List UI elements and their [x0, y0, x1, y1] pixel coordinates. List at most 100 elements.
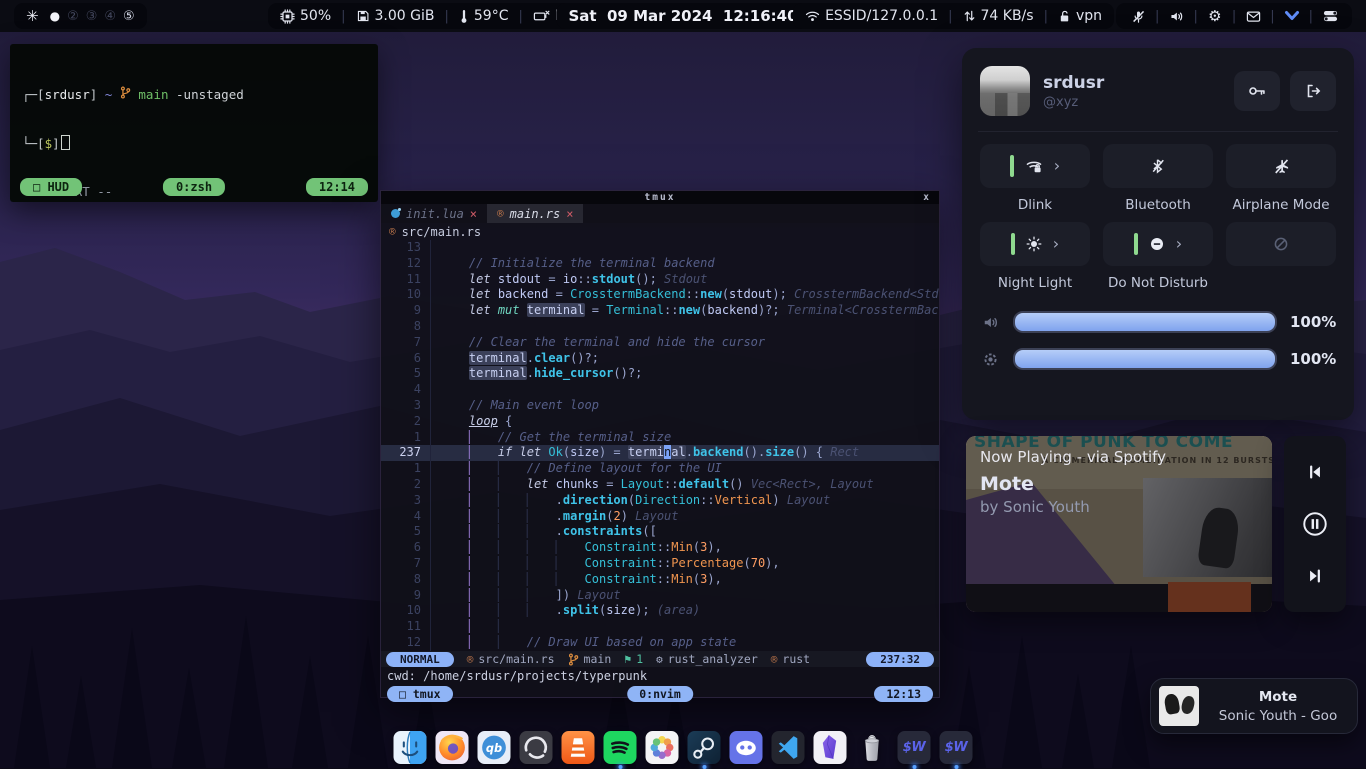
- notification-toast[interactable]: Mote Sonic Youth - Goo: [1150, 678, 1358, 734]
- dock-app-finder[interactable]: [394, 731, 427, 764]
- quick-setting-airplane-mode[interactable]: [1226, 144, 1336, 188]
- minus-circle-icon: [1149, 236, 1165, 252]
- line-number: 12: [381, 635, 431, 651]
- tree-silhouette: [112, 628, 152, 768]
- code-line: 4 ▏ ▏ ▏ .margin(2) Layout: [381, 509, 939, 525]
- statusline-rust_analyzer: ⚙rust_analyzer: [656, 652, 758, 666]
- chevron-right-icon[interactable]: ›: [1176, 236, 1182, 252]
- enabled-indicator: [1134, 233, 1138, 255]
- divider: |: [1308, 9, 1314, 24]
- workspace-1[interactable]: ●: [50, 9, 60, 23]
- brightness-slider[interactable]: [1013, 348, 1277, 370]
- next-button[interactable]: [1298, 559, 1332, 593]
- toggles-icon[interactable]: [1320, 6, 1340, 26]
- dock-app-qbittorrent[interactable]: qb: [478, 731, 511, 764]
- quick-setting-unavailable[interactable]: [1226, 222, 1336, 266]
- keys-button[interactable]: [1234, 71, 1280, 111]
- line-number: 237: [381, 445, 431, 461]
- close-icon[interactable]: x: [923, 192, 929, 203]
- quick-setting-dlink[interactable]: ›: [980, 144, 1090, 188]
- quick-setting-bluetooth[interactable]: [1103, 144, 1213, 188]
- tmux-window-pill[interactable]: 0:zsh: [163, 178, 225, 196]
- dock-app-photos[interactable]: [646, 731, 679, 764]
- line-number: 1: [381, 430, 431, 446]
- avatar: [980, 66, 1030, 116]
- code-line: 12 // Initialize the terminal backend: [381, 256, 939, 272]
- terminal-window[interactable]: ┌─[srdusr] ~ main -unstaged └─[$] -- INS…: [10, 44, 378, 202]
- tab-main.rs[interactable]: ®main.rs×: [487, 204, 583, 223]
- track-artist: by Sonic Youth: [980, 498, 1166, 516]
- tab-close-icon[interactable]: ×: [566, 207, 573, 221]
- now-playing-card[interactable]: SHAPE OF PUNK TO COME A CHIMERICAL BOMBI…: [966, 436, 1272, 612]
- divider: |: [1043, 9, 1049, 24]
- code-area[interactable]: 1312 // Initialize the terminal backend1…: [381, 240, 939, 651]
- chevron-right-icon[interactable]: ›: [1053, 236, 1059, 252]
- now-playing-source: Now Playing - via Spotify: [980, 448, 1166, 466]
- dock-app-spotify[interactable]: [604, 731, 637, 764]
- editor-window[interactable]: tmux x init.lua×®main.rs× ® src/main.rs …: [380, 190, 940, 698]
- cursor-position-pill: 237:32: [866, 652, 934, 667]
- workspace-3[interactable]: ③: [86, 9, 98, 24]
- logout-icon: [1305, 83, 1321, 99]
- winbar-path: src/main.rs: [402, 225, 481, 239]
- line-number: 2: [381, 477, 431, 493]
- divider: |: [947, 9, 953, 24]
- dock-app-steam[interactable]: [688, 731, 721, 764]
- dock-app-sw-app-1[interactable]: $W: [898, 731, 931, 764]
- dock-app-firefox[interactable]: [436, 731, 469, 764]
- logout-button[interactable]: [1290, 71, 1336, 111]
- dock-app-discord[interactable]: [730, 731, 763, 764]
- clock: Sat 09 Mar 2024 12:16:40: [568, 7, 797, 25]
- dock-app-trash[interactable]: [856, 731, 889, 764]
- workspace-5[interactable]: ⑤: [123, 9, 135, 24]
- enabled-indicator: [1010, 155, 1014, 177]
- window-title: tmux: [645, 192, 676, 203]
- running-indicator: [702, 765, 706, 769]
- launcher-icon[interactable]: ✳: [26, 7, 39, 25]
- tree-silhouette: [66, 676, 96, 768]
- volume-slider[interactable]: [1013, 311, 1277, 333]
- divider: |: [443, 9, 449, 24]
- chevron-down-icon[interactable]: [1282, 6, 1302, 26]
- code-line: 7 ▏ ▏ ▏ ▏ Constraint::Percentage(70),: [381, 556, 939, 572]
- line-number: 6: [381, 540, 431, 556]
- quick-setting-night-light[interactable]: ›: [980, 222, 1090, 266]
- chevron-right-icon[interactable]: ›: [1054, 158, 1060, 174]
- thermometer-icon: [459, 9, 469, 24]
- tab-init.lua[interactable]: init.lua×: [381, 204, 487, 223]
- line-number: 2: [381, 414, 431, 430]
- statusline-rust: ®rust: [771, 652, 810, 666]
- line-number: 6: [381, 351, 431, 367]
- dock-app-vlc[interactable]: [562, 731, 595, 764]
- workspace-4[interactable]: ④: [104, 9, 116, 24]
- control-center-panel: srdusr @xyz ›DlinkBluetoothAirplane Mode…: [962, 48, 1354, 420]
- dock-app-obsidian[interactable]: [814, 731, 847, 764]
- gear-icon[interactable]: ⚙: [1205, 6, 1225, 26]
- quick-setting-do-not-disturb[interactable]: ›: [1103, 222, 1213, 266]
- mic-muted-icon[interactable]: [1128, 6, 1148, 26]
- previous-icon: [1306, 463, 1324, 481]
- dock-app-obs[interactable]: [520, 731, 553, 764]
- vim-mode-pill: NORMAL: [386, 652, 454, 667]
- sun-icon: [1026, 236, 1042, 252]
- tab-close-icon[interactable]: ×: [470, 207, 477, 221]
- code-line: 11 ▏ ▏: [381, 619, 939, 635]
- code-line: 3 // Main event loop: [381, 398, 939, 414]
- mail-icon[interactable]: [1243, 6, 1263, 26]
- tmux-window-pill[interactable]: 0:nvim: [627, 686, 693, 702]
- dock-app-sw-app-2[interactable]: $W: [940, 731, 973, 764]
- track-title: Mote: [980, 473, 1166, 495]
- quick-setting-label: Airplane Mode: [1232, 188, 1329, 222]
- line-number: 11: [381, 272, 431, 288]
- previous-button[interactable]: [1298, 455, 1332, 489]
- dock-app-vscode[interactable]: [772, 731, 805, 764]
- shell-prompt-line2: └─[$]: [22, 135, 366, 152]
- workspace-2[interactable]: ②: [67, 9, 79, 24]
- speaker-icon[interactable]: [1166, 6, 1186, 26]
- pause-button[interactable]: [1298, 507, 1332, 541]
- tmux-session-pill[interactable]: □ HUD: [20, 178, 82, 196]
- user-handle: @xyz: [1043, 95, 1104, 110]
- tmux-session-pill[interactable]: □ tmux: [387, 686, 453, 702]
- enabled-indicator: [1011, 233, 1015, 255]
- divider: |: [1154, 9, 1160, 24]
